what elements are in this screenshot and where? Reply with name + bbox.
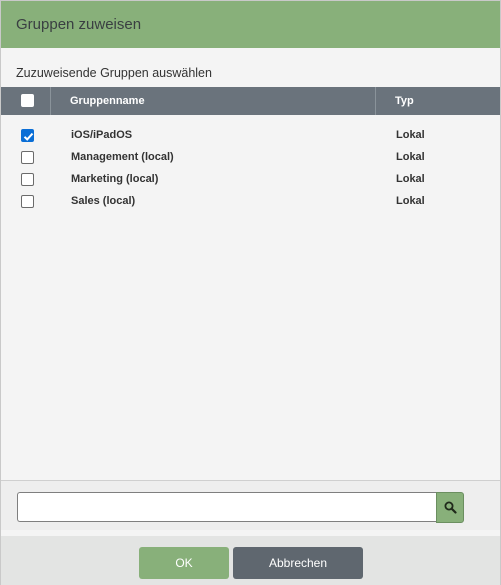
column-header-type[interactable]: Typ <box>377 87 500 115</box>
select-all-checkbox[interactable] <box>21 94 34 107</box>
ok-button[interactable]: OK <box>139 547 229 579</box>
row-checkbox[interactable] <box>21 195 34 208</box>
search-button[interactable] <box>436 492 464 523</box>
row-groupname: iOS/iPadOS <box>71 129 133 141</box>
assign-groups-dialog: Gruppen zuweisen Zuzuweisende Gruppen au… <box>0 0 501 585</box>
row-groupname: Sales (local) <box>71 195 136 207</box>
cancel-button[interactable]: Abbrechen <box>233 547 363 579</box>
checkmark-icon <box>23 132 34 141</box>
row-groupname: Marketing (local) <box>71 173 159 185</box>
dialog-footer: OK Abbrechen <box>1 536 500 585</box>
row-checkbox[interactable] <box>21 129 34 142</box>
dialog-title: Gruppen zuweisen <box>1 1 500 48</box>
row-checkbox[interactable] <box>21 151 34 164</box>
row-type: Lokal <box>396 129 425 141</box>
dialog-subtitle: Zuzuweisende Gruppen auswählen <box>16 66 212 80</box>
table-row[interactable]: Marketing (local) Lokal <box>1 169 500 191</box>
search-input[interactable] <box>17 492 438 522</box>
search-icon <box>444 501 457 514</box>
header-select-cell <box>1 87 51 115</box>
row-type: Lokal <box>396 151 425 163</box>
row-checkbox[interactable] <box>21 173 34 186</box>
row-groupname: Management (local) <box>71 151 174 163</box>
column-header-groupname[interactable]: Gruppenname <box>51 87 376 115</box>
table-row[interactable]: Sales (local) Lokal <box>1 191 500 213</box>
table-row[interactable]: Management (local) Lokal <box>1 147 500 169</box>
row-type: Lokal <box>396 195 425 207</box>
table-row[interactable]: iOS/iPadOS Lokal <box>1 125 500 147</box>
table-header: Gruppenname Typ <box>1 87 500 115</box>
row-type: Lokal <box>396 173 425 185</box>
search-bar <box>1 480 500 530</box>
